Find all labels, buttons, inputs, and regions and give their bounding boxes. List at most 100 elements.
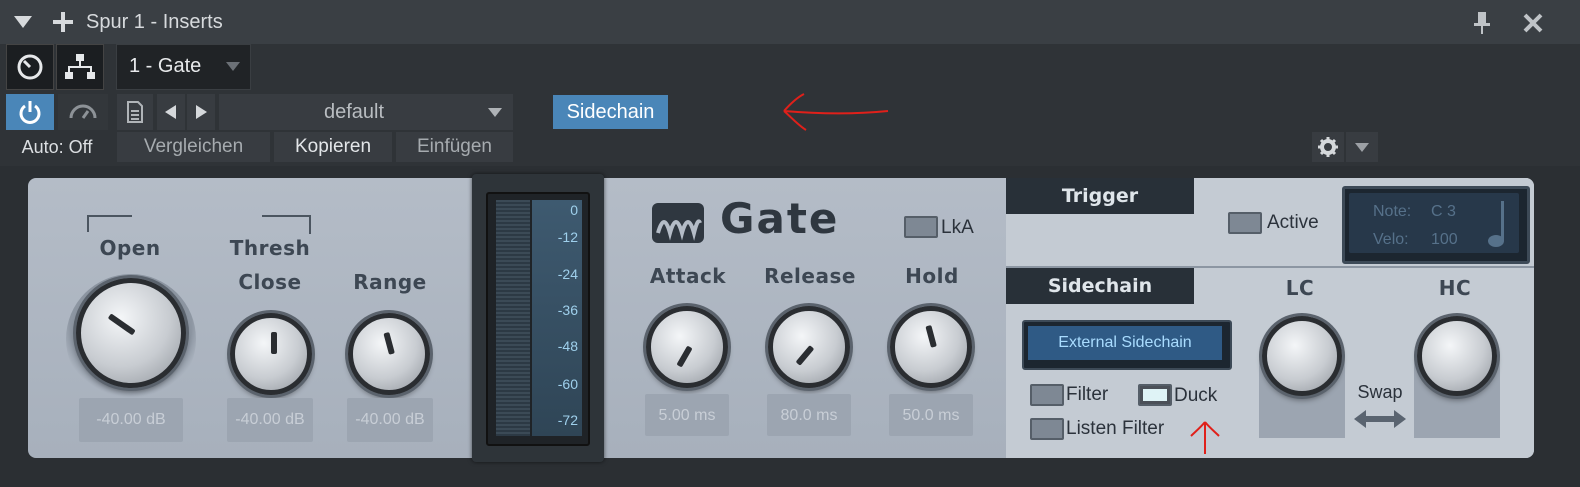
note-value: C 3 — [1431, 203, 1456, 220]
bypass-button[interactable] — [58, 94, 108, 130]
preset-file-button[interactable] — [117, 94, 153, 130]
release-label: Release — [764, 264, 856, 288]
preset-name: default — [323, 101, 385, 123]
collapse-triangle-icon[interactable] — [12, 14, 34, 30]
filter-label: Filter — [1066, 384, 1109, 405]
preset-toolbar: default Sidechain — [0, 92, 1580, 132]
automation-mode[interactable]: Auto: Off — [6, 132, 108, 162]
release-knob[interactable] — [768, 306, 850, 388]
sidechain-button[interactable]: Sidechain — [553, 95, 668, 129]
filter-led[interactable] — [1030, 384, 1064, 406]
note-display[interactable]: Note: C 3 Velo: 100 — [1342, 186, 1530, 264]
plugin-slot-dropdown[interactable]: 1 - Gate — [116, 44, 251, 90]
external-sidechain-label: External Sidechain — [1028, 326, 1222, 360]
range-knob-indicator — [383, 331, 395, 355]
document-icon — [127, 101, 143, 123]
open-knob[interactable] — [76, 278, 186, 388]
hold-label: Hold — [905, 264, 959, 288]
thresh-label: Thresh — [229, 236, 311, 260]
swap-label: Swap — [1357, 382, 1403, 402]
close-knob[interactable] — [230, 313, 312, 395]
close-value[interactable]: -40.00 dB — [227, 398, 313, 442]
meter-tick: -48 — [557, 338, 578, 354]
attack-knob[interactable] — [646, 306, 728, 388]
lc-label: LC — [1285, 276, 1315, 300]
listen-filter-led[interactable] — [1030, 418, 1064, 440]
meter-tick: -36 — [557, 302, 578, 318]
active-led[interactable] — [1228, 212, 1262, 234]
next-preset-button[interactable] — [187, 94, 215, 130]
presonus-logo-icon — [652, 203, 704, 243]
routing-button[interactable] — [56, 44, 104, 90]
copy-button[interactable]: Kopieren — [274, 132, 392, 162]
range-value[interactable]: -40.00 dB — [347, 398, 433, 442]
swap-arrows-icon[interactable] — [1352, 408, 1408, 430]
open-knob-indicator — [107, 313, 136, 336]
plugin-slot-name: 1 - Gate — [129, 55, 202, 77]
level-meter-frame: 0 -12 -24 -36 -48 -60 -72 — [472, 174, 604, 462]
duck-label: Duck — [1174, 385, 1218, 406]
chevron-down-icon — [226, 62, 240, 71]
close-label: Close — [238, 270, 302, 294]
open-value[interactable]: -40.00 dB — [79, 398, 183, 442]
trigger-tab[interactable]: Trigger — [1006, 178, 1194, 214]
plugin-title: Gate — [720, 194, 840, 243]
release-knob-indicator — [795, 345, 815, 366]
hold-knob[interactable] — [890, 306, 972, 388]
note-label: Note: — [1373, 203, 1412, 220]
open-label: Open — [99, 236, 161, 260]
power-button[interactable] — [6, 94, 54, 130]
attack-value[interactable]: 5.00 ms — [645, 394, 729, 436]
red-arrow-annotation — [1190, 421, 1220, 454]
sidechain-tab[interactable]: Sidechain — [1006, 268, 1194, 304]
lka-led[interactable] — [904, 216, 938, 238]
preset-dropdown[interactable]: default — [219, 94, 513, 130]
auto-toolbar: Auto: Off Vergleichen Kopieren Einfügen — [0, 132, 1580, 166]
open-bracket — [87, 215, 132, 232]
window-title: Spur 1 - Inserts — [86, 11, 223, 33]
clock-icon — [17, 54, 43, 80]
lc-knob[interactable] — [1262, 316, 1342, 396]
gear-icon — [1318, 137, 1338, 157]
close-knob-indicator — [271, 332, 277, 354]
red-arrow-annotation — [783, 93, 889, 131]
insert-header-row: 1 - Gate — [0, 44, 1580, 92]
pin-icon[interactable] — [1472, 10, 1492, 36]
paste-button[interactable]: Einfügen — [396, 132, 513, 162]
hold-knob-indicator — [925, 324, 937, 348]
compare-button[interactable]: Vergleichen — [117, 132, 270, 162]
hc-knob[interactable] — [1417, 316, 1497, 396]
meter-bar — [496, 200, 530, 436]
thresh-bracket — [262, 215, 311, 234]
range-knob[interactable] — [348, 313, 430, 395]
attack-label: Attack — [649, 264, 727, 288]
range-label: Range — [353, 270, 427, 294]
hc-label: HC — [1438, 276, 1472, 300]
arrow-left-icon — [165, 105, 176, 119]
plugin-timer-button[interactable] — [6, 44, 54, 90]
meter-tick: -72 — [557, 412, 578, 428]
settings-menu-button[interactable] — [1346, 132, 1378, 162]
chevron-down-icon — [488, 108, 502, 117]
gate-plugin-panel: Open Thresh Close Range -40.00 dB -40.00… — [28, 174, 1534, 462]
lka-label: LkA — [941, 217, 974, 238]
level-meter: 0 -12 -24 -36 -48 -60 -72 — [486, 192, 590, 446]
music-note-icon — [1488, 201, 1504, 247]
meter-tick: -24 — [557, 266, 578, 282]
duck-led[interactable] — [1138, 384, 1172, 406]
chevron-down-icon — [1355, 143, 1369, 152]
power-icon — [19, 101, 41, 124]
velo-label: Velo: — [1373, 231, 1409, 248]
add-insert-icon[interactable] — [52, 11, 74, 33]
external-sidechain-button[interactable]: External Sidechain — [1022, 320, 1232, 370]
meter-tick: -12 — [557, 229, 578, 245]
hold-value[interactable]: 50.0 ms — [889, 394, 973, 436]
settings-button[interactable] — [1312, 132, 1344, 162]
release-value[interactable]: 80.0 ms — [767, 394, 851, 436]
attack-knob-indicator — [676, 345, 693, 368]
listen-filter-label: Listen Filter — [1066, 418, 1165, 439]
close-icon[interactable] — [1522, 12, 1544, 34]
prev-preset-button[interactable] — [157, 94, 185, 130]
gauge-icon — [69, 104, 97, 119]
arrow-right-icon — [196, 105, 207, 119]
